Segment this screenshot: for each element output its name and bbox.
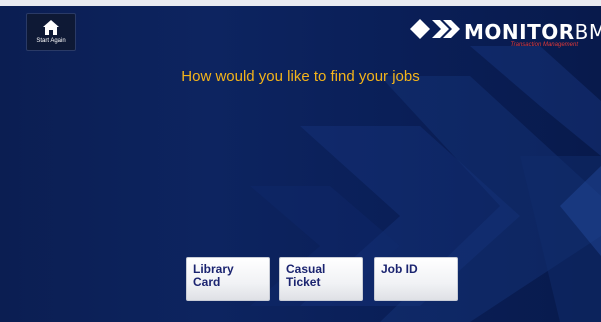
page-prompt: How would you like to find your jobs <box>181 68 420 85</box>
casual-ticket-button[interactable]: Casual Ticket <box>279 257 363 301</box>
job-id-button[interactable]: Job ID <box>374 257 458 301</box>
logo-wordmark: MONITORBM <box>464 20 601 44</box>
start-again-label: Start Again <box>36 38 66 44</box>
logo-brand-main: MONITOR <box>464 20 575 44</box>
kiosk-screen: Start Again MONITORBM Transaction Manage… <box>0 6 601 322</box>
monitorbm-logo: MONITORBM Transaction Management <box>410 16 601 48</box>
logo-tagline: Transaction Management <box>510 42 578 48</box>
logo-diamond-icon <box>410 19 460 39</box>
home-icon <box>43 20 59 35</box>
library-card-button[interactable]: Library Card <box>186 257 270 301</box>
logo-brand-suffix: BM <box>574 20 601 44</box>
start-again-button[interactable]: Start Again <box>26 13 76 51</box>
